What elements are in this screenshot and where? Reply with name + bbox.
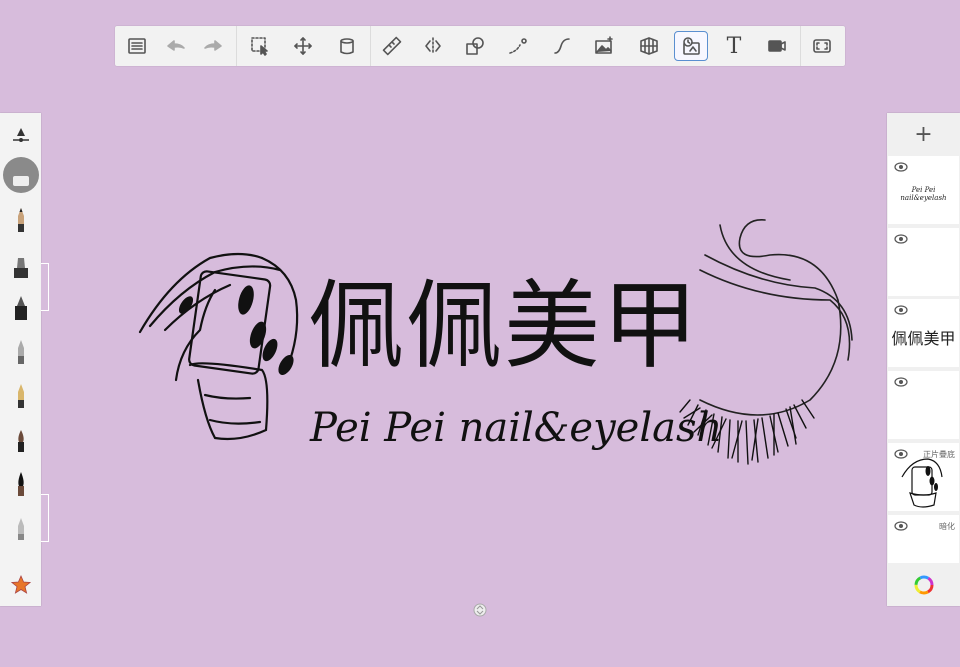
eye-icon[interactable] [894,377,908,387]
color-picker-button[interactable] [887,564,960,606]
eyelash-illustration [699,219,853,416]
layer-item[interactable]: 正片疊底 [888,443,959,511]
layer-blend-mode: 暗化 [939,522,955,531]
eye-icon[interactable] [894,305,908,315]
layer-item[interactable]: Pei Pei nail&eyelash [888,156,959,224]
eye-icon[interactable] [894,521,908,531]
canvas-subtitle-text: Pei Pei nail&eyelash [310,405,723,451]
layer-item[interactable]: 暗化 [888,515,959,563]
add-layer-button[interactable]: + [887,113,960,155]
layer-thumbnail-hand [901,458,943,508]
layer-thumbnail-text: Pei Pei nail&eyelash [900,186,947,202]
eye-icon[interactable] [894,234,908,244]
layer-item[interactable]: 佩佩美甲 [888,299,959,367]
layer-panel: + Pei Pei nail&eyelash 佩佩美甲 正片疊底 暗化 [887,113,960,606]
layer-thumbnail-text: 佩佩美甲 [891,329,956,348]
layer-item[interactable] [888,371,959,439]
layer-item[interactable] [888,228,959,296]
canvas-title-text: 佩佩美甲 [308,270,700,382]
canvas-reset-icon[interactable] [473,603,487,617]
color-wheel-icon [914,575,933,595]
eye-icon[interactable] [894,162,908,172]
